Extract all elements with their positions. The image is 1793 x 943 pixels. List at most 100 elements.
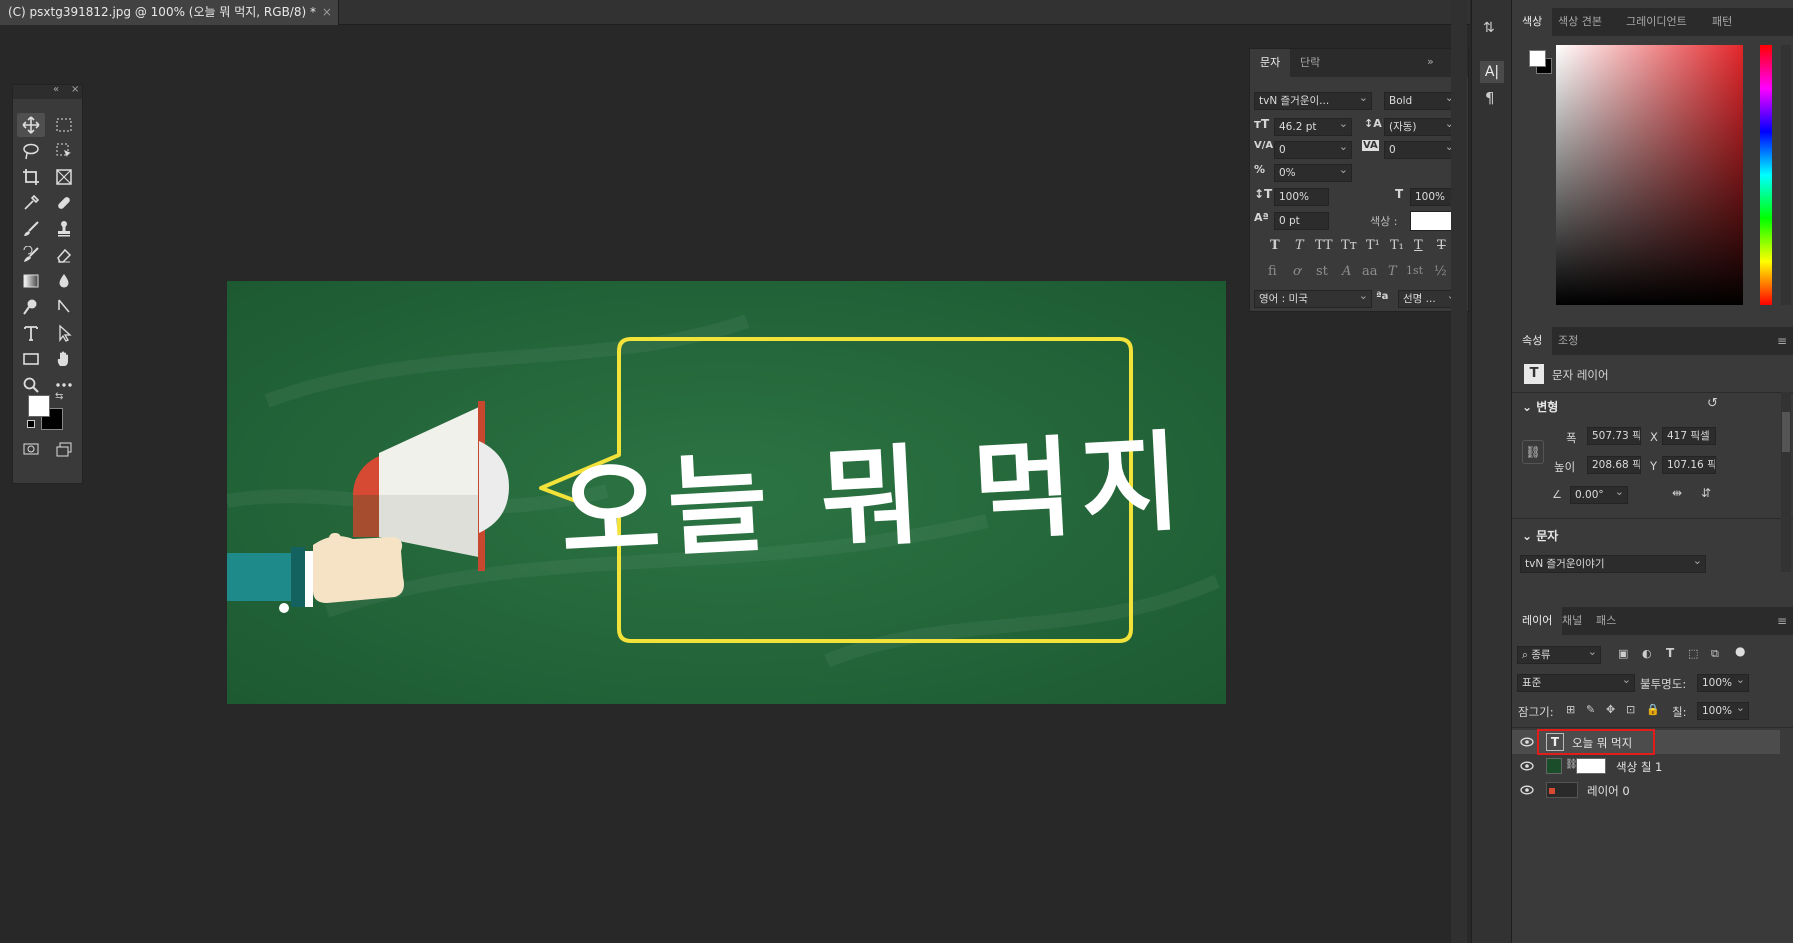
link-dimensions-icon[interactable]: ⛓ [1522,440,1544,464]
fractions-button[interactable]: ½ [1434,264,1447,279]
ligatures-button[interactable]: fi [1268,264,1277,279]
filter-type-icon[interactable]: T [1666,646,1674,660]
visibility-eye-icon[interactable] [1520,784,1534,796]
filter-pixel-icon[interactable]: ▣ [1618,647,1628,660]
stylistic-alternates-button[interactable]: aa [1362,264,1378,279]
close-icon[interactable]: × [71,84,79,95]
crop-tool-icon[interactable] [17,165,45,189]
y-field[interactable]: 107.16 픽 [1662,456,1716,474]
tab-properties[interactable]: 속성 [1512,327,1553,355]
titling-alternates-button[interactable]: T [1388,264,1397,279]
lock-artboard-icon[interactable]: ⊡ [1626,703,1635,716]
filter-adjustment-icon[interactable]: ◐ [1642,647,1652,660]
tab-gradients[interactable]: 그레이디언트 [1616,8,1697,36]
visibility-eye-icon[interactable] [1520,760,1534,772]
language-dropdown[interactable]: 영어 : 미국 [1254,290,1372,308]
leading-field[interactable]: (자동) [1384,118,1458,136]
zoom-tool-icon[interactable] [17,373,45,397]
font-family-dropdown[interactable]: tvN 즐거운이... [1254,92,1372,110]
quick-mask-icon[interactable] [17,437,45,461]
color-picker-field[interactable] [1556,45,1743,305]
all-caps-button[interactable]: TT [1315,238,1333,253]
type-tool-icon[interactable] [17,321,45,345]
layer-row-image[interactable]: 레이어 0 [1512,778,1780,802]
hue-slider[interactable] [1760,45,1772,305]
history-panel-icon[interactable]: ⇅ [1483,20,1503,40]
flip-vertical-icon[interactable]: ⇵ [1701,486,1711,500]
lock-image-icon[interactable]: ✎ [1586,703,1595,716]
lock-all-icon[interactable]: 🔒 [1646,703,1660,716]
layers-menu-icon[interactable]: ≡ [1777,614,1787,628]
properties-font-dropdown[interactable]: tvN 즐거운이야기 [1520,555,1706,573]
default-colors-icon[interactable] [27,420,35,428]
history-brush-tool-icon[interactable] [17,243,45,267]
small-caps-button[interactable]: Tт [1341,238,1357,253]
reset-transform-icon[interactable]: ↺ [1707,396,1718,411]
text-section-header[interactable]: ⌄ 문자 [1522,527,1558,544]
layer-name[interactable]: 레이어 0 [1587,783,1630,799]
pen-tool-icon[interactable] [50,295,78,319]
lasso-tool-icon[interactable] [17,139,45,163]
marquee-tool-icon[interactable] [50,113,78,137]
color-panel-fg-swatch[interactable] [1529,50,1546,67]
paragraph-panel-icon[interactable]: ¶ [1485,89,1505,109]
tab-swatches[interactable]: 색상 견본 [1548,8,1612,36]
path-select-tool-icon[interactable] [50,321,78,345]
superscript-button[interactable]: T¹ [1366,238,1380,253]
gradient-tool-icon[interactable] [17,269,45,293]
discretionary-ligatures-button[interactable]: st [1316,264,1328,279]
ordinals-button[interactable]: 1st [1406,264,1423,277]
rectangle-tool-icon[interactable] [17,347,45,371]
collapse-icon[interactable]: « [53,84,59,95]
layer-row-fill[interactable]: ⛓ 색상 칠 1 [1512,754,1780,778]
filter-toggle-icon[interactable]: ● [1735,644,1745,658]
filter-shape-icon[interactable]: ⬚ [1688,647,1698,660]
tools-panel-header[interactable]: « × [13,84,82,99]
blend-mode-dropdown[interactable]: 표준 [1517,674,1635,692]
document-canvas[interactable]: 오늘 뭐 먹지 [227,281,1226,704]
angle-field[interactable]: 0.00° [1570,486,1628,504]
properties-scroll-thumb[interactable] [1782,412,1790,452]
subscript-button[interactable]: T₁ [1390,238,1404,253]
flip-horizontal-icon[interactable]: ⇹ [1672,486,1682,500]
tab-paragraph[interactable]: 단락 [1290,49,1330,77]
canvas-scroll-strip[interactable] [1451,0,1467,943]
strikethrough-button[interactable]: T [1437,238,1446,253]
tab-patterns[interactable]: 패턴 [1702,8,1742,36]
swash-button[interactable]: A [1342,264,1351,279]
width-field[interactable]: 507.73 픽 [1587,427,1641,445]
eyedropper-tool-icon[interactable] [17,191,45,215]
brush-tool-icon[interactable] [17,217,45,241]
blur-tool-icon[interactable] [50,269,78,293]
tab-color[interactable]: 색상 [1512,8,1553,36]
faux-bold-button[interactable]: T [1270,238,1280,253]
height-field[interactable]: 208.68 픽 [1587,456,1641,474]
kerning-field[interactable]: 0 [1274,141,1352,159]
object-select-tool-icon[interactable] [50,139,78,163]
hand-tool-icon[interactable] [50,347,78,371]
transform-section-header[interactable]: ⌄ 변형 [1522,398,1558,415]
tab-paths[interactable]: 패스 [1586,607,1626,635]
dodge-tool-icon[interactable] [17,295,45,319]
underline-button[interactable]: T [1414,238,1423,253]
move-tool-icon[interactable] [17,113,45,137]
swap-colors-icon[interactable]: ⇆ [55,391,63,402]
opacity-field[interactable]: 100% [1697,674,1749,692]
tab-character[interactable]: 문자 [1250,49,1291,77]
layer-filter-dropdown[interactable]: ⌕ 종류 [1517,646,1601,664]
eraser-tool-icon[interactable] [50,243,78,267]
x-field[interactable]: 417 픽셀 [1662,427,1716,445]
fill-field[interactable]: 100% [1697,702,1749,720]
tsume-field[interactable]: 0% [1274,164,1352,182]
properties-menu-icon[interactable]: ≡ [1777,334,1787,348]
properties-scrollbar[interactable] [1781,392,1791,572]
tab-adjustments[interactable]: 조정 [1548,327,1588,355]
foreground-color-swatch[interactable] [28,395,50,417]
baseline-shift-field[interactable]: 0 pt [1274,212,1329,230]
filter-smart-object-icon[interactable]: ⧉ [1711,647,1719,661]
lock-position-icon[interactable]: ✥ [1606,703,1615,716]
visibility-eye-icon[interactable] [1520,736,1534,748]
screen-mode-icon[interactable] [50,437,78,461]
layer-name[interactable]: 색상 칠 1 [1616,759,1662,775]
close-tab-icon[interactable]: × [322,0,332,24]
